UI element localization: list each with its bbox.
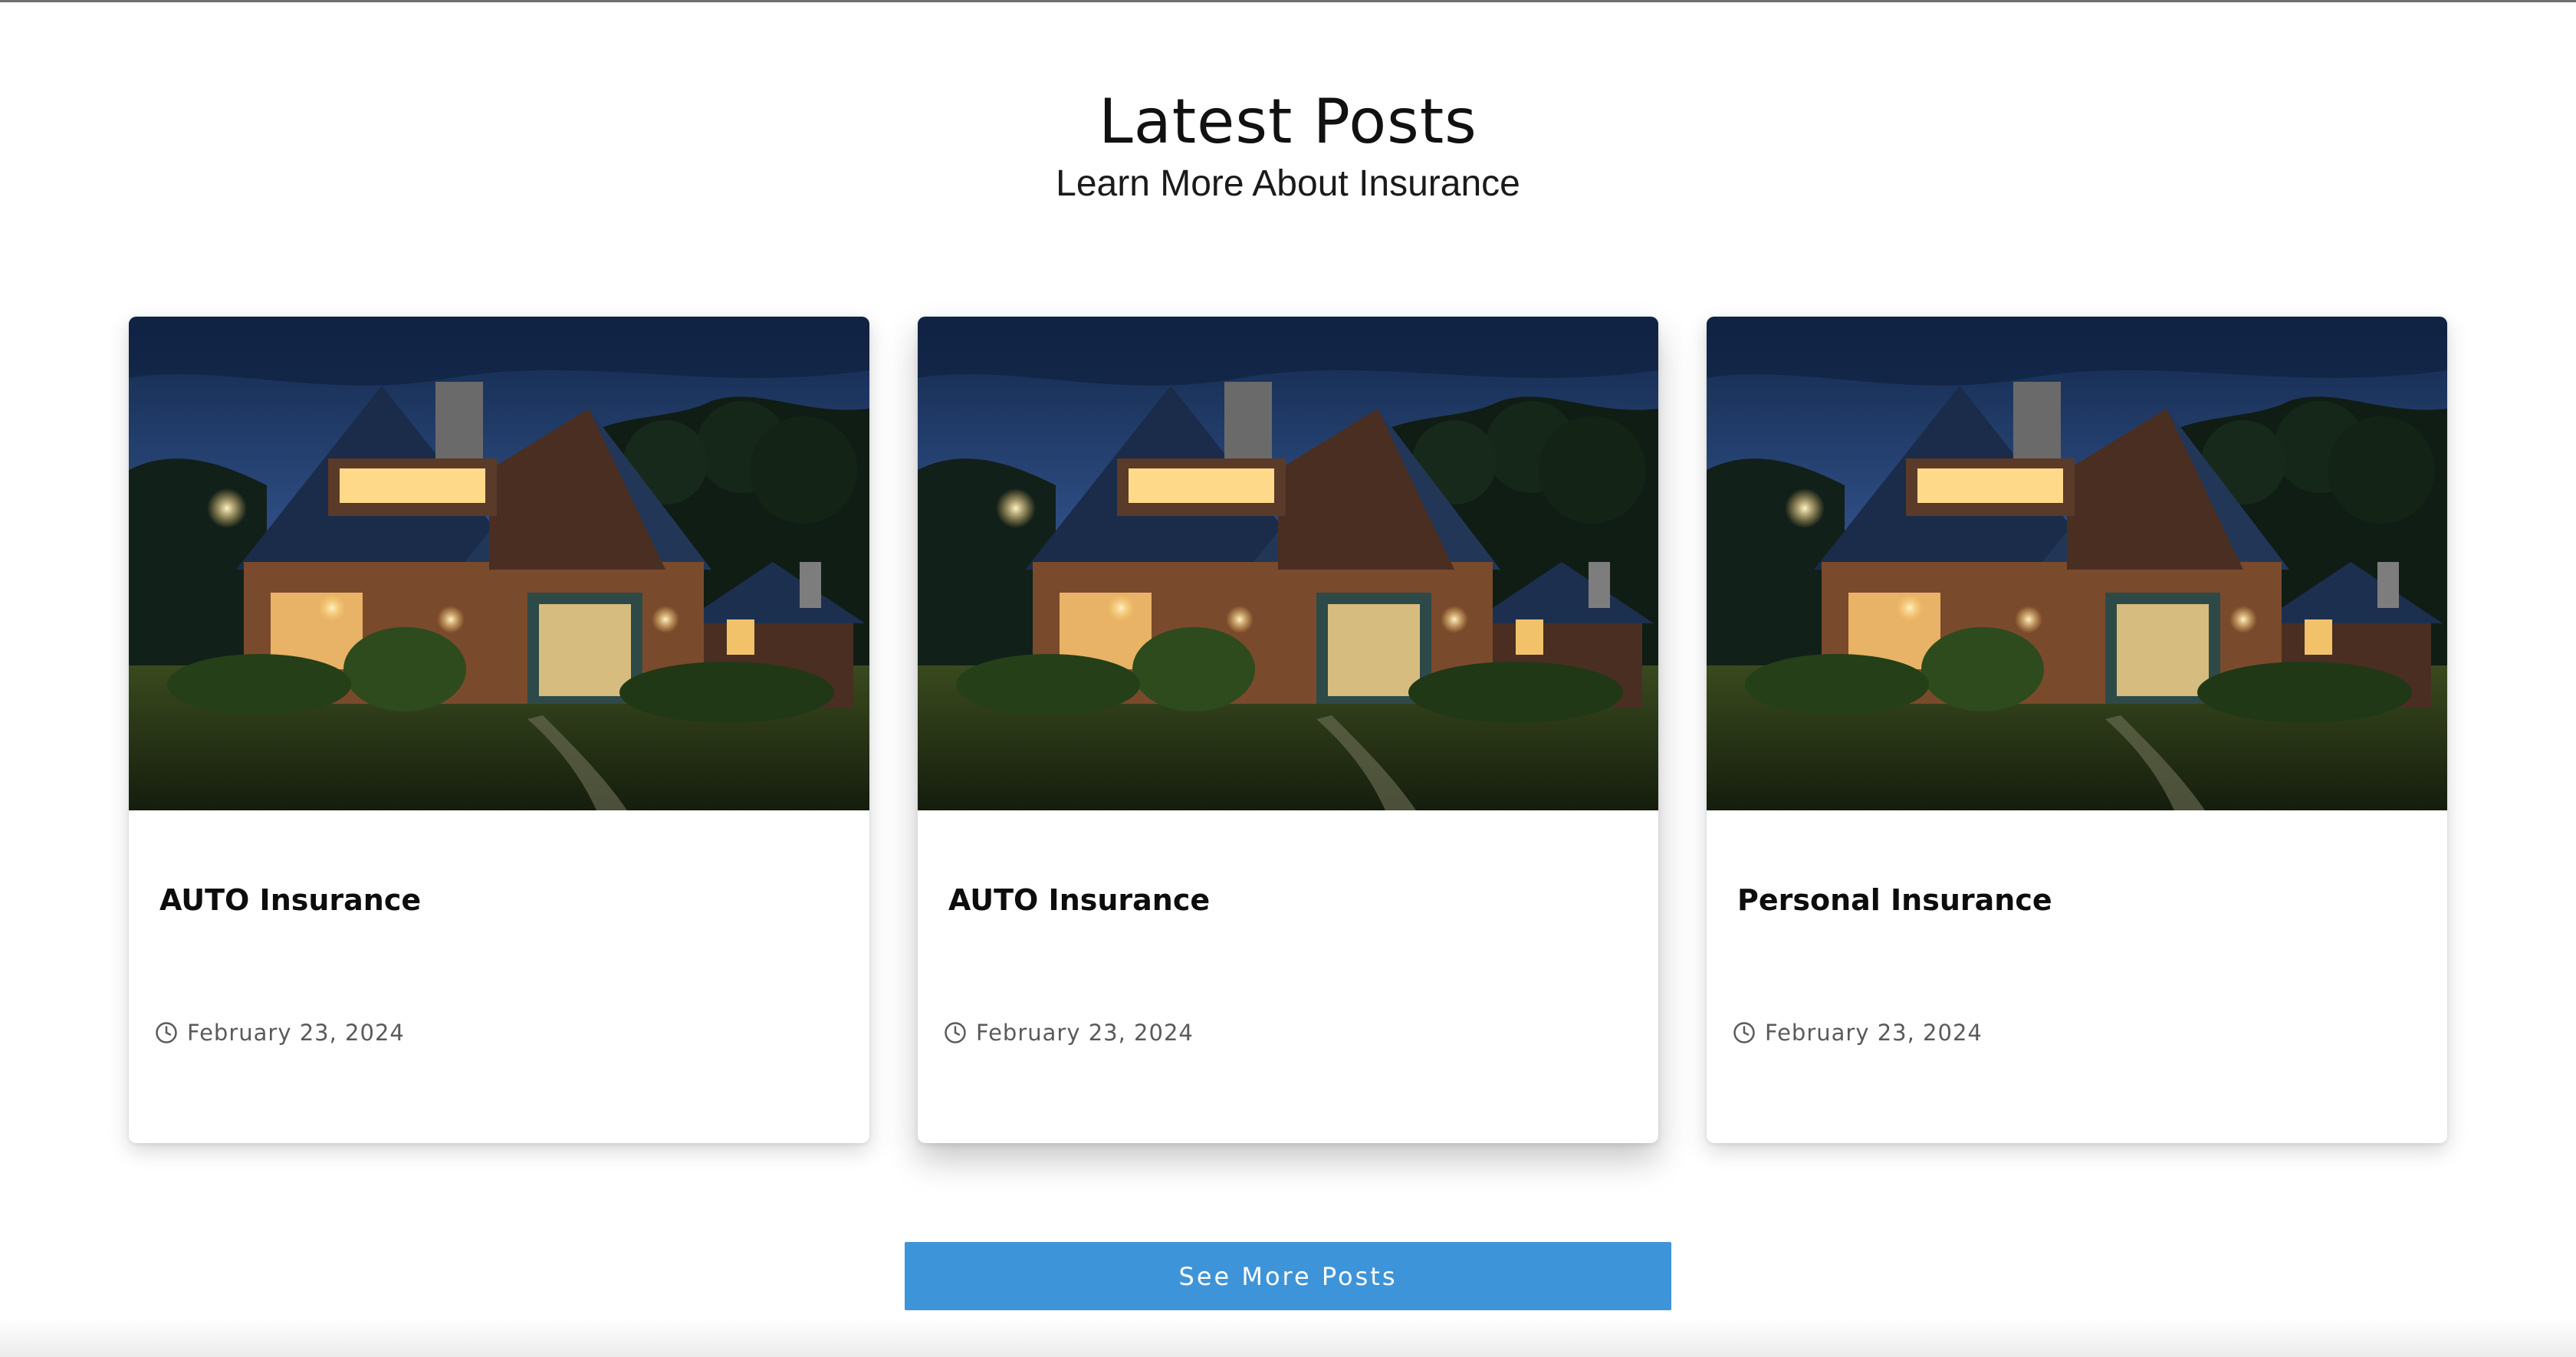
bottom-shadow bbox=[0, 1317, 2576, 1357]
post-meta: February 23, 2024 bbox=[944, 1016, 1194, 1050]
top-border bbox=[0, 0, 2576, 2]
house-night-photo-image[interactable] bbox=[918, 317, 1658, 810]
post-meta: February 23, 2024 bbox=[155, 1016, 405, 1050]
page-title: Latest Posts bbox=[1099, 85, 1477, 157]
post-meta: February 23, 2024 bbox=[1733, 1016, 1983, 1050]
clock-icon bbox=[1733, 1021, 1756, 1044]
post-title[interactable]: AUTO Insurance bbox=[159, 879, 834, 922]
post-card[interactable]: Personal Insurance February 23, 2024 bbox=[1707, 317, 2447, 1143]
page-subtitle: Learn More About Insurance bbox=[1056, 163, 1520, 204]
post-date: February 23, 2024 bbox=[1765, 1020, 1983, 1046]
post-card[interactable]: AUTO Insurance February 23, 2024 bbox=[918, 317, 1658, 1143]
post-title[interactable]: Personal Insurance bbox=[1737, 879, 2412, 922]
post-card[interactable]: AUTO Insurance February 23, 2024 bbox=[129, 317, 869, 1143]
see-more-posts-button[interactable]: See More Posts bbox=[905, 1242, 1671, 1310]
post-cards: AUTO Insurance February 23, 2024 AUTO In… bbox=[129, 317, 2447, 1143]
house-night-photo-image[interactable] bbox=[129, 317, 869, 810]
clock-icon bbox=[155, 1021, 178, 1044]
house-night-photo-image[interactable] bbox=[1707, 317, 2447, 810]
post-title[interactable]: AUTO Insurance bbox=[948, 879, 1623, 922]
post-date: February 23, 2024 bbox=[187, 1020, 405, 1046]
post-date: February 23, 2024 bbox=[976, 1020, 1194, 1046]
clock-icon bbox=[944, 1021, 967, 1044]
